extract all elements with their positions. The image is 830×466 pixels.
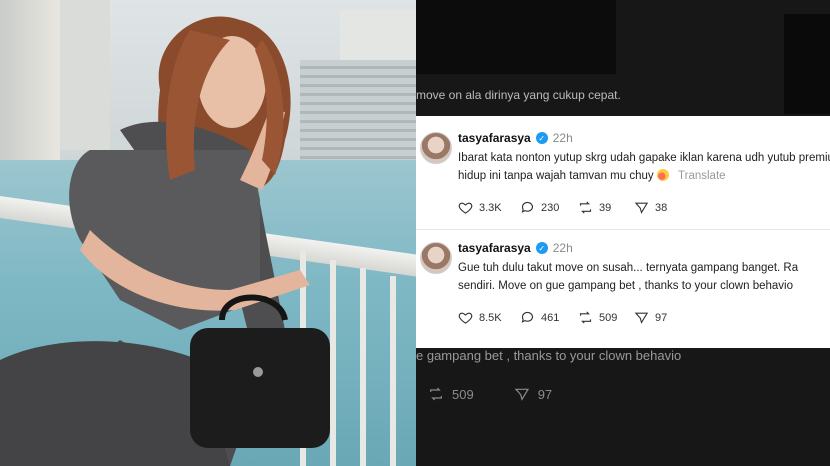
retweet-count: 509: [599, 311, 618, 324]
avatar[interactable]: [420, 132, 452, 164]
blurred-view-count: 97: [537, 386, 553, 402]
tweet-text-line: Gue tuh dulu takut move on susah... tern…: [458, 262, 799, 274]
tweet-text: Gue tuh dulu takut move on susah... tern…: [458, 259, 830, 295]
verified-badge-icon: ✓: [535, 242, 548, 254]
tweet-card: tasyafarasya ✓ 22h Ibarat kata nonton yu…: [416, 116, 830, 348]
send-icon: [634, 202, 649, 214]
blurred-tweet-text: e gampang bet , thanks to your clown beh…: [416, 348, 682, 363]
like-count: 3.3K: [479, 201, 502, 214]
send-icon: [514, 388, 529, 401]
like-button[interactable]: 8.5K: [458, 310, 520, 325]
heart-icon: [458, 202, 473, 214]
reply-icon: [521, 311, 534, 323]
tweet-text-fragment: hidup ini tanpa wajah tamvan mu chuy: [458, 170, 654, 182]
retweet-icon: [430, 387, 442, 401]
woman-figure: [0, 16, 330, 466]
share-button[interactable]: 97: [634, 310, 667, 325]
view-count: 97: [655, 311, 668, 324]
tweet-text-line: hidup ini tanpa wajah tamvan mu chuy Tra…: [458, 167, 830, 185]
reply-count: 230: [541, 201, 560, 214]
view-count: 38: [655, 201, 668, 214]
tweet[interactable]: tasyafarasya ✓ 22h Ibarat kata nonton yu…: [416, 116, 830, 229]
blurred-views: 97: [514, 386, 552, 402]
avatar[interactable]: [420, 242, 452, 274]
reply-count: 461: [541, 311, 560, 324]
timestamp[interactable]: 22h: [553, 241, 573, 255]
username[interactable]: tasyafarasya: [458, 241, 531, 255]
like-button[interactable]: 3.3K: [458, 200, 520, 215]
like-count: 8.5K: [479, 311, 502, 324]
retweet-button[interactable]: 39: [578, 200, 634, 215]
send-icon: [634, 312, 649, 324]
heart-icon: [458, 312, 473, 324]
laughing-emoji-icon: [656, 169, 669, 181]
tweet-actions: 8.5K 461 509 97: [458, 310, 667, 325]
tweet[interactable]: tasyafarasya ✓ 22h Gue tuh dulu takut mo…: [416, 229, 830, 349]
blurred-tweet-stats: 509 97: [428, 386, 552, 402]
retweet-button[interactable]: 509: [578, 310, 634, 325]
tweet-text-line: sendiri. Move on gue gampang bet , thank…: [458, 280, 793, 292]
retweet-icon: [579, 201, 592, 214]
dark-thumbnail: [784, 14, 830, 114]
reply-icon: [521, 201, 534, 213]
verified-badge-icon: ✓: [535, 132, 548, 144]
dark-thumbnail: [416, 0, 616, 74]
retweet-count: 39: [599, 201, 612, 214]
photo-panel: [0, 0, 416, 466]
retweet-icon: [579, 311, 592, 324]
timestamp[interactable]: 22h: [553, 131, 573, 145]
blurred-retweet: 509: [428, 386, 474, 402]
tweet-header: tasyafarasya ✓ 22h: [458, 241, 573, 255]
tweet-actions: 3.3K 230 39 38: [458, 200, 667, 215]
tweet-header: tasyafarasya ✓ 22h: [458, 131, 573, 145]
tweet-screenshot-panel: move on ala dirinya yang cukup cepat. ta…: [416, 0, 830, 466]
username[interactable]: tasyafarasya: [458, 131, 531, 145]
tweet-text: Ibarat kata nonton yutup skrg udah gapak…: [458, 149, 830, 185]
article-caption: move on ala dirinya yang cukup cepat.: [416, 88, 621, 102]
share-button[interactable]: 38: [634, 200, 667, 215]
reply-button[interactable]: 461: [520, 310, 578, 325]
blurred-retweet-count: 509: [452, 386, 474, 402]
tweet-text-line: Ibarat kata nonton yutup skrg udah gapak…: [458, 152, 830, 164]
translate-link[interactable]: Translate: [678, 170, 726, 182]
reply-button[interactable]: 230: [520, 200, 578, 215]
